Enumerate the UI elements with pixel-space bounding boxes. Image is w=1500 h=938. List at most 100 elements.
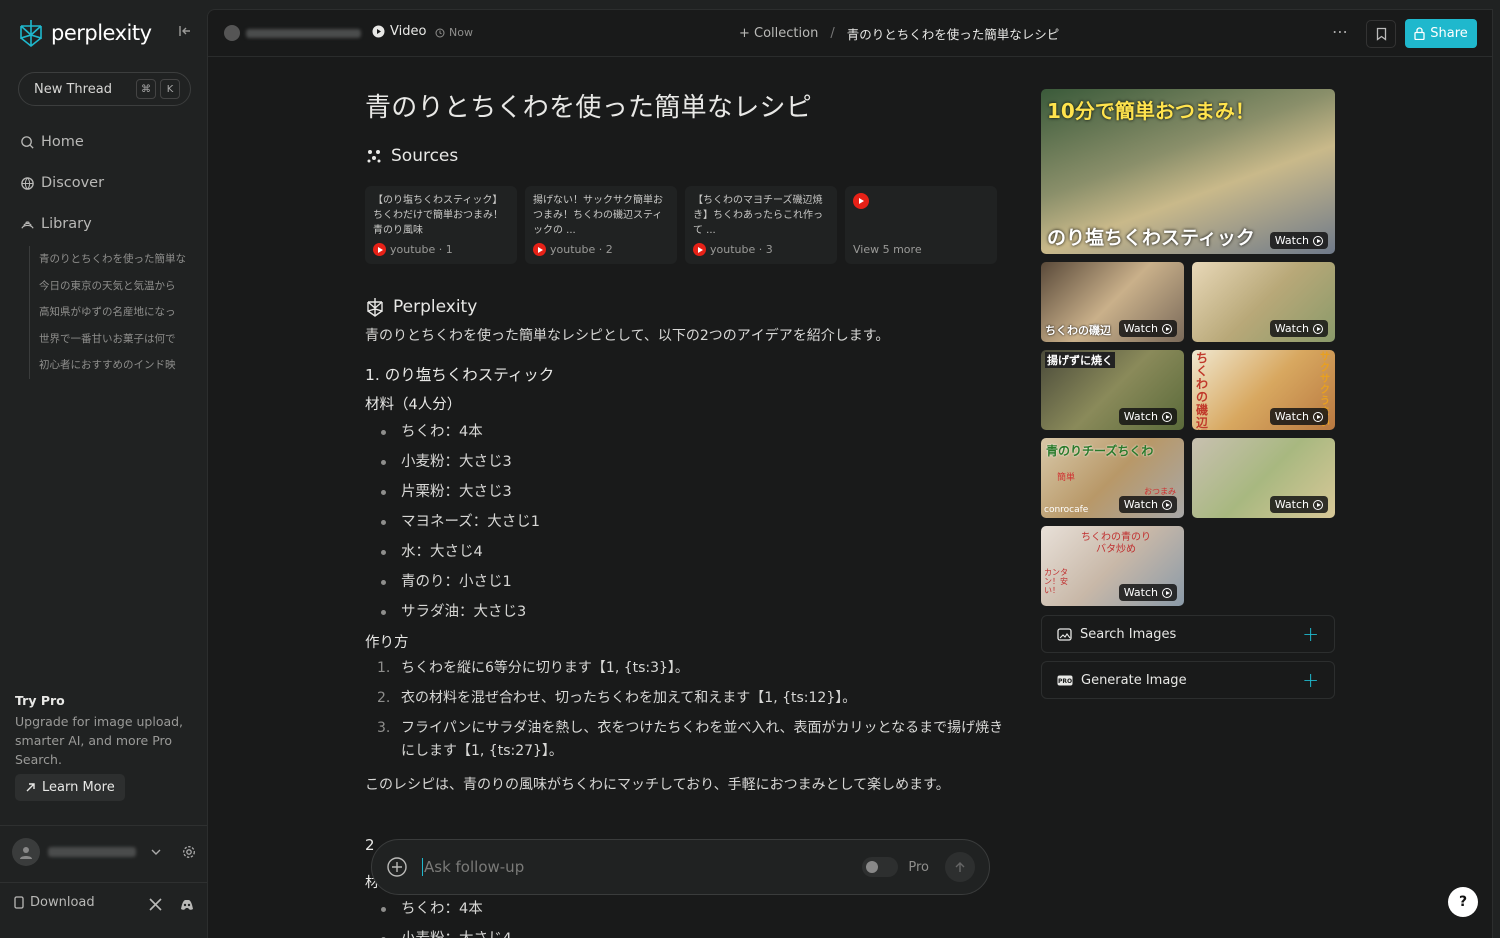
pro-toggle-label: Pro <box>908 859 929 875</box>
new-thread-label: New Thread <box>34 81 112 97</box>
watch-button[interactable]: Watch <box>1269 232 1328 249</box>
play-icon <box>1162 587 1172 598</box>
watch-button[interactable]: Watch <box>1118 408 1177 425</box>
answer-heading-label: Perplexity <box>393 297 478 317</box>
follow-up-input[interactable]: Ask follow-up <box>422 858 524 876</box>
watch-button[interactable]: Watch <box>1118 584 1177 601</box>
pro-toggle[interactable] <box>862 857 899 877</box>
globe-icon <box>21 176 34 190</box>
library-thread-item[interactable]: 今日の東京の天気と気温から <box>39 273 189 300</box>
share-button[interactable]: Share <box>1405 19 1477 48</box>
sources-label: Sources <box>391 146 459 166</box>
view-more-sources-card[interactable]: View 5 more <box>845 186 997 264</box>
watch-button[interactable]: Watch <box>1118 496 1177 513</box>
logo[interactable]: perplexity <box>17 18 152 48</box>
attach-plus-icon[interactable] <box>386 856 408 878</box>
steps-list: 1. ちくわを縦に6等分に切ります【1, {ts:3}】。 2. 衣の材料を混ぜ合わ… <box>365 657 1005 763</box>
video-thumbnail[interactable]: ちくわの青のりバタ炒め カンタン！安い！ Watch <box>1041 526 1184 606</box>
gear-icon[interactable] <box>182 845 196 859</box>
sources-row: 【のり塩ちくわスティック】ちくわだけで簡単おつまみ！青のり風味 youtube … <box>365 186 997 264</box>
thumbnail-caption: 10分で簡単おつまみ！ <box>1047 99 1255 123</box>
follow-up-bar: Ask follow-up Pro <box>371 839 990 895</box>
breadcrumb: + Collection / 青のりとちくわを使った簡単なレシピ <box>739 24 1059 43</box>
nav-home[interactable]: Home <box>20 134 84 150</box>
library-thread-list: 青のりとちくわを使った簡単な 今日の東京の天気と気温から 高知県がゆずの名産地に… <box>29 246 189 379</box>
library-thread-item[interactable]: 青のりとちくわを使った簡単な <box>39 246 189 273</box>
bookmark-button[interactable] <box>1366 20 1396 48</box>
ingredient-list: ちくわ：4本 小麦粉：大さじ3 片栗粉：大さじ3 マヨネーズ：大さじ1 水：大さ… <box>365 417 1005 627</box>
generate-image-button[interactable]: PRO Generate Image + <box>1041 661 1335 699</box>
plus-icon: + <box>1302 622 1319 646</box>
video-thumbnail[interactable]: Watch <box>1192 262 1335 342</box>
add-collection-link[interactable]: + Collection <box>739 26 818 41</box>
watch-label: Watch <box>1274 322 1309 335</box>
divider <box>0 825 207 826</box>
avatar[interactable] <box>12 838 40 866</box>
discord-icon[interactable] <box>179 898 195 911</box>
view-more-label: View 5 more <box>853 243 922 256</box>
nav-library[interactable]: Library <box>20 216 92 232</box>
bookmark-icon <box>1376 27 1386 41</box>
source-card[interactable]: 【のり塩ちくわスティック】ちくわだけで簡単おつまみ！青のり風味 youtube … <box>365 186 517 264</box>
author-name-redacted <box>246 29 361 38</box>
watch-label: Watch <box>1123 322 1158 335</box>
watch-button[interactable]: Watch <box>1269 496 1328 513</box>
step-text: 衣の材料を混ぜ合わせ、切ったちくわを加えて和えます【1, {ts:12}】。 <box>401 690 857 706</box>
video-thumbnail[interactable]: 10分で簡単おつまみ！ のり塩ちくわスティック Watch <box>1041 89 1335 254</box>
pro-badge-icon: PRO <box>1057 675 1073 685</box>
library-thread-item[interactable]: 世界で一番甘いお菓子は何で <box>39 326 189 353</box>
new-thread-button[interactable]: New Thread ⌘ K <box>18 72 191 106</box>
play-icon <box>1313 323 1323 334</box>
step-text: フライパンにサラダ油を熱し、衣をつけたちくわを並べ入れ、表面がカリッとなるまで揚… <box>401 720 1004 759</box>
perplexity-logo-icon <box>20 20 42 48</box>
video-thumbnail[interactable]: 揚げずに焼く Watch <box>1041 350 1184 430</box>
user-menu[interactable] <box>12 838 197 866</box>
answer-conclusion: このレシピは、青のりの風味がちくわにマッチしており、手軽におつまみとして楽しめま… <box>365 777 950 793</box>
svg-text:PRO: PRO <box>1058 678 1072 685</box>
send-button[interactable] <box>945 852 975 882</box>
answer-heading: Perplexity <box>365 297 1005 317</box>
source-card[interactable]: 揚げない！サックサク簡単おつまみ！ちくわの磯辺スティックの ... youtub… <box>525 186 677 264</box>
help-button[interactable]: ? <box>1448 887 1478 917</box>
device-icon <box>14 896 24 909</box>
nav-home-label: Home <box>41 134 84 150</box>
answer-intro: 青のりとちくわを使った簡単なレシピとして、以下の2つのアイデアを紹介します。 <box>365 328 890 344</box>
source-meta: youtube · 2 <box>533 242 613 257</box>
arrow-up-icon <box>955 862 965 872</box>
search-images-button[interactable]: Search Images + <box>1041 615 1335 653</box>
download-label: Download <box>30 895 95 910</box>
breadcrumb-separator: / <box>830 26 835 41</box>
watch-button[interactable]: Watch <box>1118 320 1177 337</box>
video-label: Video <box>390 24 427 39</box>
thumbnail-caption: conrocafe <box>1044 505 1089 515</box>
list-item: 片栗粉：大さじ3 <box>365 477 1005 507</box>
x-twitter-icon[interactable] <box>149 898 162 911</box>
watch-button[interactable]: Watch <box>1269 408 1328 425</box>
collapse-sidebar-icon[interactable] <box>178 24 192 42</box>
list-item: 小麦粉：大さじ3 <box>365 447 1005 477</box>
play-icon <box>1313 499 1323 510</box>
download-button[interactable]: Download <box>14 895 95 910</box>
chevron-down-icon[interactable] <box>150 846 162 858</box>
play-icon <box>1162 323 1172 334</box>
video-thumbnail[interactable]: ちくわの磯辺揚げ サクサクうまい Watch <box>1192 350 1335 430</box>
library-thread-item[interactable]: 初心者におすすめのインド映 <box>39 352 189 379</box>
image-icon <box>1057 627 1072 641</box>
video-thumbnail[interactable]: Watch <box>1192 438 1335 518</box>
nav-discover[interactable]: Discover <box>20 175 104 191</box>
source-title: 【のり塩ちくわスティック】ちくわだけで簡単おつまみ！青のり風味 <box>373 195 503 236</box>
k-key: K <box>160 79 180 99</box>
play-icon <box>1162 499 1172 510</box>
sidebar: perplexity New Thread ⌘ K Home Discover … <box>0 0 207 938</box>
video-badge[interactable]: Video <box>372 24 426 39</box>
youtube-icon <box>373 243 386 256</box>
video-thumbnail[interactable]: ちくわの磯辺 Watch <box>1041 262 1184 342</box>
library-thread-item[interactable]: 高知県がゆずの名産地になっ <box>39 299 189 326</box>
thumbnail-caption: ちくわの磯辺揚げ <box>1196 351 1209 431</box>
watch-button[interactable]: Watch <box>1269 320 1328 337</box>
learn-more-button[interactable]: Learn More <box>15 774 125 801</box>
source-card[interactable]: 【ちくわのマヨチーズ磯辺焼き】ちくわあったらこれ作って ... youtube … <box>685 186 837 264</box>
list-item: ちくわ：4本 <box>365 894 665 924</box>
video-thumbnail[interactable]: 青のりチーズちくわ 簡単 おつまみ conrocafe Watch <box>1041 438 1184 518</box>
more-options-icon[interactable]: ⋯ <box>1332 22 1348 41</box>
